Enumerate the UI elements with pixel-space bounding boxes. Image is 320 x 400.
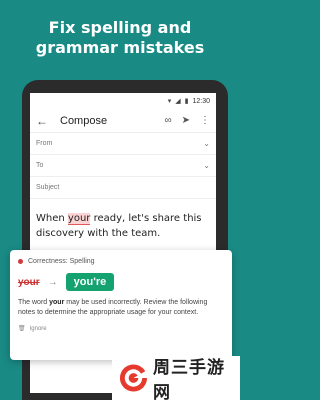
- suggestion-card: Correctness: Spelling your → you're The …: [10, 250, 232, 360]
- ignore-label: Ignore: [29, 325, 47, 332]
- ignore-button[interactable]: 🗑 Ignore: [18, 325, 224, 333]
- to-label: To: [36, 162, 44, 169]
- send-icon[interactable]: ➤: [182, 115, 190, 126]
- card-category: Correctness: Spelling: [28, 258, 95, 265]
- explanation-text: The word your may be used incorrectly. R…: [18, 298, 224, 318]
- watermark: 周三手游网: [112, 356, 240, 400]
- subject-field[interactable]: Subject: [30, 177, 216, 199]
- message-body[interactable]: When your ready, let's share this discov…: [30, 199, 216, 253]
- wrong-word: your: [18, 276, 40, 288]
- more-vert-icon[interactable]: ⋮: [200, 115, 210, 126]
- from-label: From: [36, 140, 53, 147]
- body-text-before: When: [36, 213, 68, 224]
- flagged-word[interactable]: your: [67, 213, 91, 225]
- trash-icon: 🗑: [18, 326, 26, 332]
- watermark-text: 周三手游网: [152, 358, 225, 400]
- subject-label: Subject: [36, 184, 60, 191]
- headline-line-2: grammar mistakes: [35, 38, 205, 57]
- arrow-right-icon: →: [47, 276, 58, 288]
- headline-line-1: Fix spelling and: [48, 18, 192, 37]
- arrow-left-icon[interactable]: ←: [36, 114, 52, 128]
- battery-icon: ▮: [184, 97, 189, 105]
- suggestion-row: your → you're: [18, 273, 224, 291]
- headline: Fix spelling and grammar mistakes: [0, 18, 240, 58]
- status-bar: ▾ ◢ ▮ 12:30: [30, 93, 216, 109]
- explanation-word: your: [49, 299, 65, 306]
- error-dot-icon: [18, 259, 23, 264]
- from-field[interactable]: From ⌄: [30, 133, 216, 155]
- status-time: 12:30: [192, 97, 210, 105]
- toolbar-title: Compose: [60, 114, 108, 127]
- watermark-logo-icon: [119, 364, 148, 392]
- chevron-down-icon[interactable]: ⌄: [203, 161, 210, 170]
- signal-icon: ◢: [175, 97, 181, 105]
- wifi-icon: ▾: [167, 97, 172, 105]
- chevron-down-icon[interactable]: ⌄: [203, 139, 210, 148]
- accept-suggestion-button[interactable]: you're: [65, 273, 115, 291]
- explanation-pre: The word: [18, 299, 50, 306]
- card-header: Correctness: Spelling: [18, 258, 224, 265]
- to-field[interactable]: To ⌄: [30, 155, 216, 177]
- compose-toolbar: ← Compose ∞ ➤ ⋮: [30, 109, 216, 133]
- attach-icon[interactable]: ∞: [164, 115, 171, 126]
